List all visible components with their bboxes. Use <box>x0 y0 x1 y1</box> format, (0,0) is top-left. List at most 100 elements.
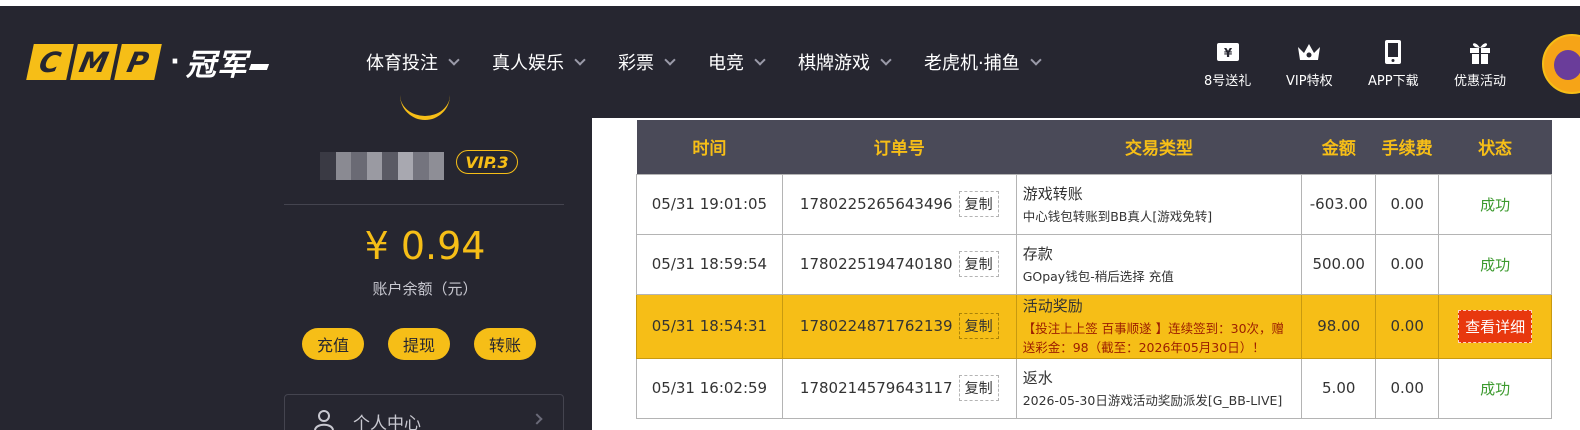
nav-item-label: 老虎机·捕鱼 <box>924 53 1020 74</box>
avatar-face <box>1554 50 1580 80</box>
withdraw-button[interactable]: 提现 <box>388 328 450 360</box>
ticket-icon: ¥ <box>1215 38 1241 66</box>
transaction-detail: 【投注上上签 百事顺遂 】连续签到：30次，赠送彩金：98（截至：2026年05… <box>1022 321 1285 355</box>
quick-link-label: APP下载 <box>1368 74 1419 89</box>
transaction-type: 存款 <box>1022 244 1053 263</box>
table-row: 05/31 19:01:05 1780225265643496 复制 游戏转账 中心… <box>636 173 1552 235</box>
nav-item-sports[interactable]: 体育投注 <box>366 49 460 75</box>
column-header-time: 时间 <box>692 139 727 160</box>
nav-item-lottery[interactable]: 彩票 <box>618 49 676 75</box>
column-header-status: 状态 <box>1478 139 1513 160</box>
status-success: 成功 <box>1480 195 1511 214</box>
user-icon <box>313 409 335 430</box>
quick-link-vip[interactable]: VIP特权 <box>1286 38 1333 89</box>
nav-item-live-casino[interactable]: 真人娱乐 <box>492 49 586 75</box>
site-logo[interactable]: C M P · 冠军 <box>26 44 269 83</box>
cell-status: 成功 <box>1438 233 1552 295</box>
table-row-highlighted: 05/31 18:54:31 1780224871762139 复制 活动奖励【投… <box>636 293 1552 359</box>
cell-status: 成功 <box>1438 357 1552 419</box>
transaction-type: 返水 <box>1022 368 1053 387</box>
cell-order: 1780214579643117 复制 <box>781 357 1017 419</box>
quick-link-promotions[interactable]: 优惠活动 <box>1454 38 1506 89</box>
phone-icon <box>1383 38 1403 66</box>
chevron-right-icon <box>531 413 543 425</box>
cell-time: 05/31 18:54:31 <box>636 293 783 359</box>
nav-item-label: 体育投注 <box>366 53 438 74</box>
logo-letter-m: M <box>70 44 118 80</box>
nav-item-label: 真人娱乐 <box>492 53 564 74</box>
crown-icon <box>1295 38 1323 66</box>
chevron-down-icon <box>754 53 766 66</box>
chevron-down-icon <box>880 53 892 66</box>
column-header-type: 交易类型 <box>1124 139 1193 160</box>
transfer-button[interactable]: 转账 <box>474 328 536 360</box>
account-balance-label: 账户余额（元） <box>372 280 478 298</box>
nav-item-slots-fishing[interactable]: 老虎机·捕鱼 <box>924 49 1042 75</box>
chevron-down-icon <box>574 53 586 66</box>
wallet-actions: 充值 提现 转账 <box>302 328 560 360</box>
main-nav: 体育投注 真人娱乐 彩票 电竞 棋牌游戏 老虎机·捕鱼 <box>366 44 1074 80</box>
quick-link-gift-8[interactable]: ¥ 8号送礼 <box>1204 38 1251 89</box>
copy-button[interactable]: 复制 <box>958 375 999 401</box>
logo-brand-text: 冠军 <box>186 40 269 84</box>
nav-item-label: 电竞 <box>708 53 744 74</box>
nav-item-label: 棋牌游戏 <box>798 53 870 74</box>
cell-order: 1780224871762139 复制 <box>781 293 1017 359</box>
cell-type: 返水 2026-05-30日游戏活动奖励派发[G_BB-LIVE] <box>1015 357 1303 419</box>
cell-fee: 0.00 <box>1375 357 1440 419</box>
table-header-row: 时间 订单号 交易类型 金额 手续费 状态 <box>636 120 1552 174</box>
cell-amount: -603.00 <box>1301 173 1377 235</box>
cell-order: 1780225194740180 复制 <box>781 233 1017 295</box>
page: C M P · 冠军 体育投注 真人娱乐 彩票 电竞 棋牌游戏 老虎机·捕鱼 ¥… <box>0 0 1580 430</box>
copy-button[interactable]: 复制 <box>958 251 999 277</box>
chevron-down-icon <box>1030 53 1042 66</box>
quick-link-label: 优惠活动 <box>1454 74 1507 89</box>
cell-time: 05/31 19:01:05 <box>636 173 783 235</box>
cell-amount: 500.00 <box>1301 233 1377 295</box>
transaction-table: 时间 订单号 交易类型 金额 手续费 状态 05/31 19:01:05 178… <box>636 120 1552 419</box>
cell-time: 05/31 18:59:54 <box>636 233 783 295</box>
account-sidebar: VIP.3 ¥ 0.94 账户余额（元） 充值 提现 转账 个人中心 <box>258 116 592 430</box>
view-details-button[interactable]: 查看详细 <box>1458 309 1533 343</box>
chevron-down-icon <box>664 53 676 66</box>
transaction-type: 活动奖励 <box>1022 297 1083 315</box>
cell-order: 1780225265643496 复制 <box>781 173 1017 235</box>
nav-item-esports[interactable]: 电竞 <box>708 49 766 75</box>
copy-button[interactable]: 复制 <box>958 191 999 217</box>
header: C M P · 冠军 体育投注 真人娱乐 彩票 电竞 棋牌游戏 老虎机·捕鱼 ¥… <box>0 6 1580 118</box>
menu-item-label: 个人中心 <box>353 414 421 430</box>
menu-item-personal-center[interactable]: 个人中心 <box>284 394 564 430</box>
transaction-detail: 中心钱包转账到BB真人[游戏免转] <box>1022 208 1213 224</box>
cell-fee: 0.00 <box>1375 173 1440 235</box>
table-row: 05/31 18:59:54 1780225194740180 复制 存款 GOpa… <box>636 233 1552 295</box>
svg-text:¥: ¥ <box>1223 46 1232 60</box>
cell-amount: 98.00 <box>1301 293 1377 359</box>
divider <box>284 204 564 205</box>
table-row: 05/31 16:02:59 1780214579643117 复制 返水 2026… <box>636 357 1552 419</box>
logo-letter-c: C <box>26 44 74 80</box>
nav-item-label: 彩票 <box>618 53 654 74</box>
cell-amount: 5.00 <box>1301 357 1377 419</box>
cell-type: 活动奖励【投注上上签 百事顺遂 】连续签到：30次，赠送彩金：98（截至：202… <box>1015 293 1303 359</box>
quick-link-app-download[interactable]: APP下载 <box>1368 38 1419 89</box>
cell-type: 游戏转账 中心钱包转账到BB真人[游戏免转] <box>1015 173 1303 235</box>
cell-time: 05/31 16:02:59 <box>636 357 783 419</box>
cell-status: 查看详细 <box>1438 293 1552 359</box>
copy-button[interactable]: 复制 <box>958 313 999 339</box>
gift-icon <box>1467 38 1493 66</box>
transaction-detail: 2026-05-30日游戏活动奖励派发[G_BB-LIVE] <box>1022 392 1283 408</box>
nav-item-card-games[interactable]: 棋牌游戏 <box>798 49 892 75</box>
logo-letter-p: P <box>114 44 162 80</box>
cell-status: 成功 <box>1438 173 1552 235</box>
sidebar-backdrop <box>0 118 258 430</box>
cell-fee: 0.00 <box>1375 293 1440 359</box>
user-avatar[interactable] <box>1542 34 1580 94</box>
username-masked <box>320 152 444 180</box>
column-header-amount: 金额 <box>1321 139 1356 160</box>
column-header-fee: 手续费 <box>1381 139 1433 160</box>
deposit-button[interactable]: 充值 <box>302 328 364 360</box>
transaction-detail: GOpay钱包-稍后选择 充值 <box>1022 268 1174 284</box>
cell-fee: 0.00 <box>1375 233 1440 295</box>
chevron-down-icon <box>448 53 460 66</box>
order-number: 1780225265643496 <box>799 195 953 213</box>
